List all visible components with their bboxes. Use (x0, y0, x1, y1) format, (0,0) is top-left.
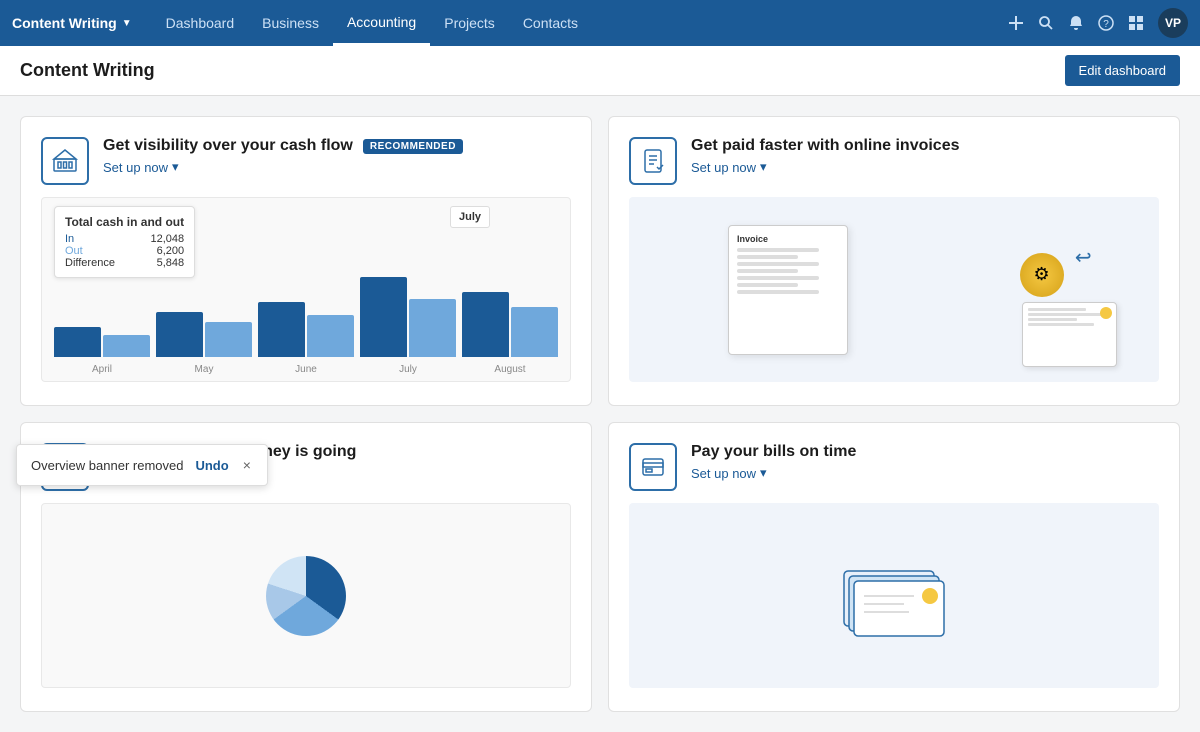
grid-icon[interactable] (1128, 15, 1144, 31)
setup-link-invoices[interactable]: Set up now ▾ (691, 159, 1159, 175)
invoice-icon (629, 137, 677, 185)
chevron-down-icon-2: ▾ (760, 159, 767, 175)
nav-right: ? VP (1008, 8, 1188, 38)
bar-group-july (360, 277, 456, 357)
july-popup: July (450, 206, 490, 228)
card-online-invoices: Get paid faster with online invoices Set… (608, 116, 1180, 406)
bar-group-august (462, 292, 558, 357)
bar-in-july (360, 277, 407, 357)
tooltip-in-value: 12,048 (150, 233, 184, 245)
bar-group-june (258, 302, 354, 357)
card-title-area-invoices: Get paid faster with online invoices Set… (691, 137, 1159, 175)
bar-label-august: August (462, 364, 558, 375)
invoice-illustration: Invoice ⚙ ↩ (629, 197, 1159, 382)
toast-message: Overview banner removed (31, 458, 183, 473)
brand-chevron: ▼ (122, 18, 132, 29)
pie-chart (266, 556, 346, 636)
invoice-screen-mock (1022, 302, 1117, 367)
card-cash-flow: Get visibility over your cash flow Recom… (20, 116, 592, 406)
recommended-badge: Recommended (363, 139, 463, 154)
bar-out-april (103, 335, 150, 357)
bills-illustration (629, 503, 1159, 688)
page-title: Content Writing (20, 60, 155, 81)
tooltip-in-label: In (65, 233, 74, 245)
bar-label-june: June (258, 364, 354, 375)
card-header-bills: Pay your bills on time Set up now ▾ (629, 443, 1159, 491)
bar-label-july: July (360, 364, 456, 375)
setup-link-bills[interactable]: Set up now ▾ (691, 465, 1159, 481)
nav-link-accounting[interactable]: Accounting (333, 0, 430, 46)
card-title-area-cash-flow: Get visibility over your cash flow Recom… (103, 137, 571, 175)
bills-graphic (834, 546, 954, 646)
setup-link-cash-flow[interactable]: Set up now ▾ (103, 159, 571, 175)
plus-icon[interactable] (1008, 15, 1024, 31)
bar-group-april (54, 327, 150, 357)
nav-link-contacts[interactable]: Contacts (509, 0, 592, 46)
tooltip-diff-value: 5,848 (157, 257, 185, 269)
card-title-cash-flow: Get visibility over your cash flow Recom… (103, 137, 571, 155)
nav-links: Dashboard Business Accounting Projects C… (152, 0, 1008, 46)
bar-in-august (462, 292, 509, 357)
bar-label-april: April (54, 364, 150, 375)
bills-icon (629, 443, 677, 491)
track-illustration (41, 503, 571, 688)
edit-dashboard-button[interactable]: Edit dashboard (1065, 55, 1180, 86)
sub-header: Content Writing Edit dashboard (0, 46, 1200, 96)
bell-icon[interactable] (1068, 15, 1084, 31)
invoice-mock: Invoice (728, 225, 848, 355)
toast-close-button[interactable]: × (241, 457, 253, 473)
card-header-cash-flow: Get visibility over your cash flow Recom… (41, 137, 571, 185)
nav-link-dashboard[interactable]: Dashboard (152, 0, 249, 46)
bar-in-june (258, 302, 305, 357)
nav-link-projects[interactable]: Projects (430, 0, 509, 46)
avatar[interactable]: VP (1158, 8, 1188, 38)
invoice-label: Invoice (737, 234, 839, 244)
tooltip-diff-label: Difference (65, 257, 115, 269)
squiggle-decoration: ↩ (1075, 245, 1092, 270)
chart-tooltip: Total cash in and out In 12,048 Out 6,20… (54, 206, 195, 278)
card-pay-bills: Pay your bills on time Set up now ▾ (608, 422, 1180, 712)
top-nav: Content Writing ▼ Dashboard Business Acc… (0, 0, 1200, 46)
bar-out-may (205, 322, 252, 357)
main-content: Get visibility over your cash flow Recom… (0, 96, 1200, 732)
brand-label: Content Writing (12, 15, 117, 31)
bar-in-may (156, 312, 203, 357)
nav-brand[interactable]: Content Writing ▼ (12, 15, 132, 31)
bank-icon (41, 137, 89, 185)
card-title-bills: Pay your bills on time (691, 443, 1159, 461)
bar-in-april (54, 327, 101, 357)
bar-out-july (409, 299, 456, 357)
nav-link-business[interactable]: Business (248, 0, 333, 46)
tooltip-out-value: 6,200 (157, 245, 185, 257)
chevron-down-icon-4: ▾ (760, 465, 767, 481)
bar-group-may (156, 312, 252, 357)
search-icon[interactable] (1038, 15, 1054, 31)
bar-labels: April May June July August (54, 364, 558, 375)
help-icon[interactable]: ? (1098, 15, 1114, 31)
gold-seal: ⚙ (1020, 253, 1064, 297)
tooltip-out-label: Out (65, 245, 83, 257)
svg-text:?: ? (1103, 19, 1109, 30)
chevron-down-icon: ▾ (172, 159, 179, 175)
card-title-area-bills: Pay your bills on time Set up now ▾ (691, 443, 1159, 481)
cash-flow-chart: Total cash in and out In 12,048 Out 6,20… (41, 197, 571, 382)
invoice-decoration: ⚙ ↩ (1020, 253, 1064, 297)
bar-out-august (511, 307, 558, 357)
toast-undo-button[interactable]: Undo (195, 458, 228, 473)
card-title-invoices: Get paid faster with online invoices (691, 137, 1159, 155)
toast-notification: Overview banner removed Undo × (16, 444, 268, 486)
bar-label-may: May (156, 364, 252, 375)
bar-out-june (307, 315, 354, 357)
tooltip-label: Total cash in and out (65, 215, 184, 229)
card-header-invoices: Get paid faster with online invoices Set… (629, 137, 1159, 185)
